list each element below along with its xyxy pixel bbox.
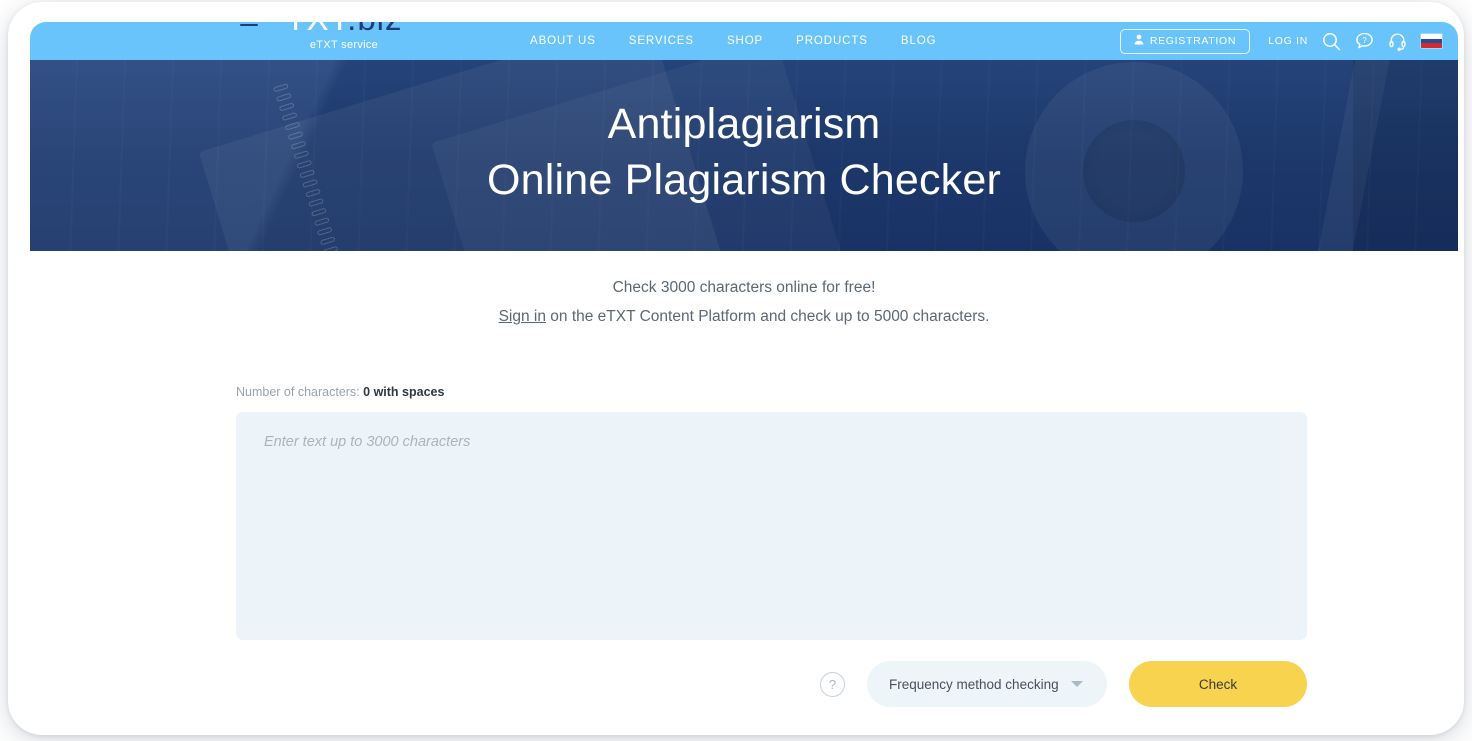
chevron-down-icon bbox=[1071, 681, 1083, 687]
character-counter-value: 0 with spaces bbox=[363, 385, 445, 399]
sign-in-link[interactable]: Sign in bbox=[499, 308, 546, 325]
logo-wordmark: TXT.biz bbox=[234, 22, 454, 36]
main-navigation: ABOUT US SERVICES SHOP PRODUCTS BLOG bbox=[530, 22, 936, 60]
browser-viewport: TXT.biz eTXT service ABOUT US SERVICES S… bbox=[30, 22, 1458, 717]
site-logo[interactable]: TXT.biz eTXT service bbox=[234, 22, 454, 51]
action-controls: ? Frequency method checking Check bbox=[236, 656, 1307, 712]
text-input-placeholder: Enter text up to 3000 characters bbox=[264, 434, 471, 450]
character-counter: Number of characters: 0 with spaces bbox=[236, 385, 444, 399]
hamburger-icon[interactable] bbox=[240, 22, 264, 30]
check-button[interactable]: Check bbox=[1129, 661, 1307, 707]
device-frame: TXT.biz eTXT service ABOUT US SERVICES S… bbox=[8, 2, 1464, 735]
check-method-dropdown[interactable]: Frequency method checking bbox=[867, 661, 1107, 707]
header-actions: REGISTRATION LOG IN ? bbox=[1119, 22, 1442, 60]
logo-subtitle: eTXT service bbox=[309, 39, 379, 51]
search-icon[interactable] bbox=[1322, 32, 1341, 51]
svg-text:?: ? bbox=[1362, 36, 1367, 45]
text-input-area[interactable]: Enter text up to 3000 characters bbox=[236, 412, 1307, 640]
site-header: TXT.biz eTXT service ABOUT US SERVICES S… bbox=[30, 22, 1458, 60]
logo-mark-main: TXT bbox=[285, 22, 347, 37]
nav-item-blog[interactable]: BLOG bbox=[901, 35, 937, 47]
subtitle-signin-line: Sign in on the eTXT Content Platform and… bbox=[30, 308, 1458, 326]
subtitle-free-limit: Check 3000 characters online for free! bbox=[612, 279, 876, 296]
page-title: Antiplagiarism Online Plagiarism Checker bbox=[486, 100, 1002, 204]
help-icon[interactable]: ? bbox=[820, 671, 845, 697]
hero-banner: Antiplagiarism Online Plagiarism Checker bbox=[30, 60, 1458, 251]
main-content: Check 3000 characters online for free! S… bbox=[30, 251, 1458, 717]
help-chat-icon[interactable]: ? bbox=[1355, 32, 1374, 51]
registration-button[interactable]: REGISTRATION bbox=[1119, 28, 1251, 54]
logo-mark-suffix: .biz bbox=[347, 22, 402, 37]
headset-icon[interactable] bbox=[1388, 32, 1407, 51]
registration-button-label: REGISTRATION bbox=[1149, 35, 1237, 47]
nav-item-products[interactable]: PRODUCTS bbox=[796, 35, 868, 47]
subtitle-signin-rest: on the eTXT Content Platform and check u… bbox=[545, 308, 990, 325]
russian-flag-icon[interactable] bbox=[1421, 34, 1442, 48]
nav-item-services[interactable]: SERVICES bbox=[629, 35, 694, 47]
login-link[interactable]: LOG IN bbox=[1268, 35, 1308, 47]
nav-item-shop[interactable]: SHOP bbox=[727, 35, 763, 47]
character-counter-label: Number of characters: bbox=[236, 385, 364, 399]
user-icon bbox=[1134, 34, 1144, 48]
nav-item-about-us[interactable]: ABOUT US bbox=[530, 35, 596, 47]
check-method-dropdown-value: Frequency method checking bbox=[889, 676, 1059, 692]
